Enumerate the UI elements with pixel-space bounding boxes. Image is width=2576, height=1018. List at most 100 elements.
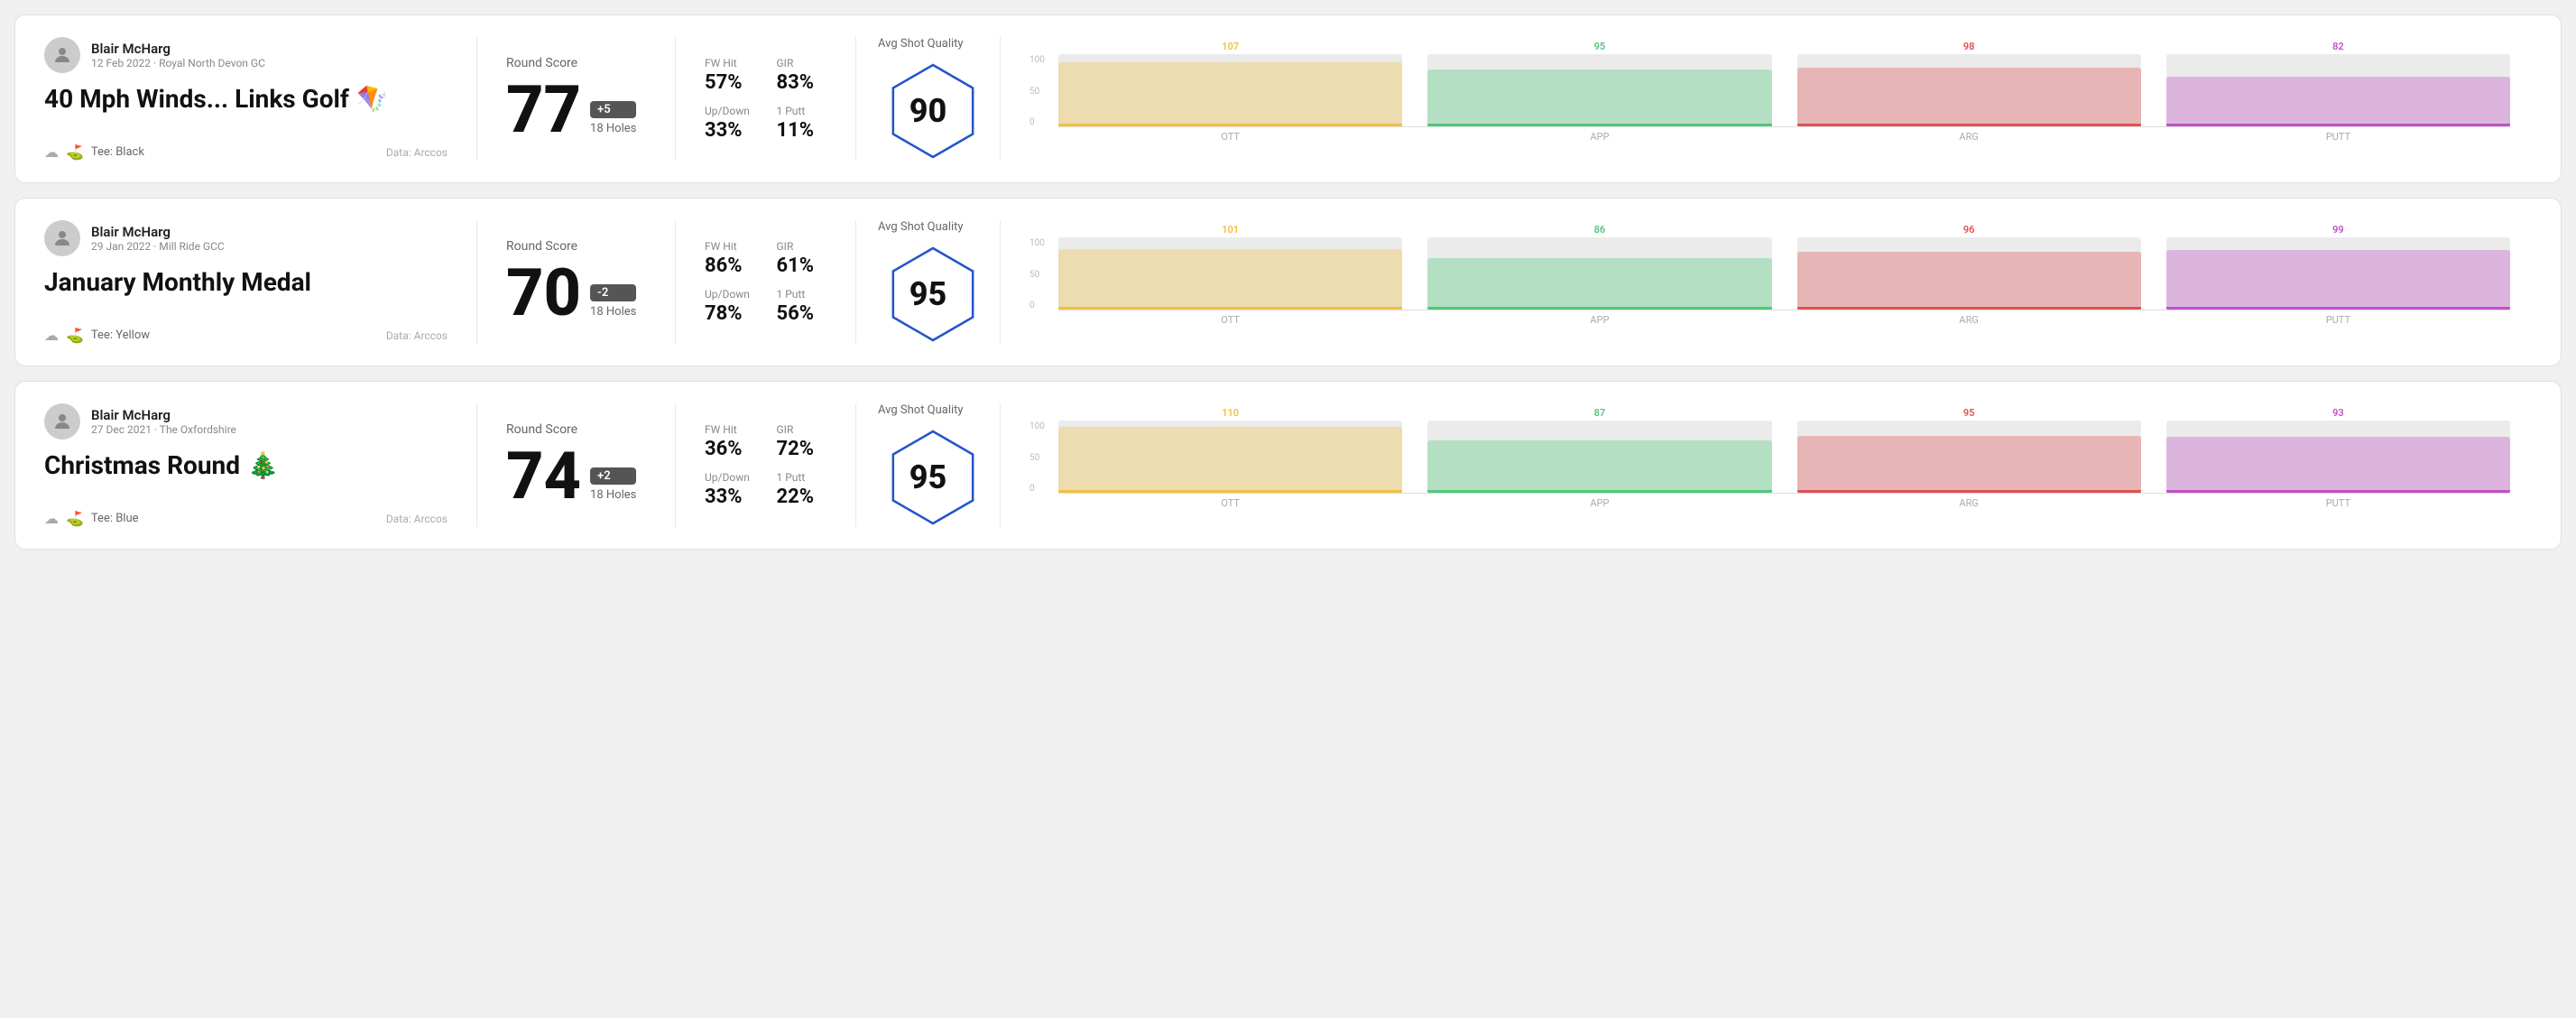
weather-icon: ☁ bbox=[44, 327, 59, 344]
card-footer: ☁ ⛳ Tee: Yellow Data: Arccos bbox=[44, 327, 448, 344]
tee-info: ☁ ⛳ Tee: Yellow bbox=[44, 327, 150, 344]
round-title: 40 Mph Winds... Links Golf 🪁 bbox=[44, 84, 448, 114]
title-emoji: 🪁 bbox=[356, 84, 388, 114]
score-row: 74 +2 18 Holes bbox=[506, 444, 646, 509]
round-score-label: Round Score bbox=[506, 422, 646, 437]
oneputt-label: 1 Putt bbox=[777, 471, 827, 484]
gir-stat: GIR 72% bbox=[777, 423, 827, 460]
score-number: 70 bbox=[506, 261, 581, 326]
round-score-section: Round Score 74 +2 18 Holes bbox=[477, 403, 676, 527]
score-badge-block: -2 18 Holes bbox=[590, 284, 636, 319]
stats-grid: FW Hit 36% GIR 72% Up/Down 33% 1 Putt 22… bbox=[705, 423, 826, 508]
user-name: Blair McHarg bbox=[91, 224, 225, 240]
oneputt-value: 22% bbox=[777, 486, 827, 508]
score-diff-badge: +2 bbox=[590, 467, 636, 485]
user-name: Blair McHarg bbox=[91, 41, 265, 57]
weather-icon: ☁ bbox=[44, 510, 59, 527]
tee-info: ☁ ⛳ Tee: Black bbox=[44, 143, 144, 161]
avatar bbox=[44, 403, 80, 440]
gir-label: GIR bbox=[777, 240, 827, 253]
hexagon-container: 90 bbox=[883, 61, 974, 161]
user-name: Blair McHarg bbox=[91, 407, 236, 423]
updown-value: 78% bbox=[705, 302, 755, 325]
score-diff-badge: -2 bbox=[590, 284, 636, 301]
oneputt-value: 56% bbox=[777, 302, 827, 325]
gir-value: 83% bbox=[777, 71, 827, 94]
user-info: Blair McHarg 27 Dec 2021 · The Oxfordshi… bbox=[91, 407, 236, 436]
gir-label: GIR bbox=[777, 57, 827, 69]
fw-hit-value: 86% bbox=[705, 255, 755, 277]
fw-hit-value: 57% bbox=[705, 71, 755, 94]
stats-section: FW Hit 86% GIR 61% Up/Down 78% 1 Putt 56… bbox=[676, 220, 856, 344]
title-emoji: 🎄 bbox=[247, 450, 279, 480]
round-card: Blair McHarg 27 Dec 2021 · The Oxfordshi… bbox=[14, 381, 2562, 550]
chart-section: 100 50 0 101 86 96 bbox=[1001, 220, 2532, 344]
avatar bbox=[44, 220, 80, 256]
hexagon-container: 95 bbox=[883, 245, 974, 344]
hexagon-score: 95 bbox=[909, 458, 947, 496]
score-badge-block: +5 18 Holes bbox=[590, 101, 636, 135]
fw-hit-stat: FW Hit 36% bbox=[705, 423, 755, 460]
data-source: Data: Arccos bbox=[386, 513, 448, 525]
updown-stat: Up/Down 33% bbox=[705, 471, 755, 508]
tee-info: ☁ ⛳ Tee: Blue bbox=[44, 510, 139, 527]
user-info: Blair McHarg 29 Jan 2022 · Mill Ride GCC bbox=[91, 224, 225, 253]
golf-bag-icon: ⛳ bbox=[66, 143, 84, 161]
score-row: 70 -2 18 Holes bbox=[506, 261, 646, 326]
quality-section: Avg Shot Quality 90 bbox=[856, 37, 1001, 161]
score-badge-block: +2 18 Holes bbox=[590, 467, 636, 502]
round-title: Christmas Round 🎄 bbox=[44, 450, 448, 480]
oneputt-label: 1 Putt bbox=[777, 288, 827, 301]
gir-stat: GIR 61% bbox=[777, 240, 827, 277]
user-meta: 27 Dec 2021 · The Oxfordshire bbox=[91, 423, 236, 436]
oneputt-stat: 1 Putt 56% bbox=[777, 288, 827, 325]
oneputt-label: 1 Putt bbox=[777, 105, 827, 117]
score-number: 74 bbox=[506, 444, 581, 509]
weather-icon: ☁ bbox=[44, 143, 59, 161]
card-footer: ☁ ⛳ Tee: Black Data: Arccos bbox=[44, 143, 448, 161]
updown-stat: Up/Down 78% bbox=[705, 288, 755, 325]
updown-stat: Up/Down 33% bbox=[705, 105, 755, 142]
round-card: Blair McHarg 29 Jan 2022 · Mill Ride GCC… bbox=[14, 198, 2562, 366]
fw-hit-stat: FW Hit 57% bbox=[705, 57, 755, 94]
fw-hit-label: FW Hit bbox=[705, 57, 755, 69]
round-score-label: Round Score bbox=[506, 239, 646, 254]
score-holes: 18 Holes bbox=[590, 488, 636, 502]
round-title: January Monthly Medal bbox=[44, 267, 448, 297]
updown-label: Up/Down bbox=[705, 105, 755, 117]
card-left: Blair McHarg 29 Jan 2022 · Mill Ride GCC… bbox=[44, 220, 477, 344]
score-row: 77 +5 18 Holes bbox=[506, 78, 646, 143]
chart-section: 100 50 0 110 87 95 bbox=[1001, 403, 2532, 527]
oneputt-value: 11% bbox=[777, 119, 827, 142]
oneputt-stat: 1 Putt 11% bbox=[777, 105, 827, 142]
data-source: Data: Arccos bbox=[386, 329, 448, 342]
fw-hit-label: FW Hit bbox=[705, 423, 755, 436]
card-left: Blair McHarg 27 Dec 2021 · The Oxfordshi… bbox=[44, 403, 477, 527]
user-info: Blair McHarg 12 Feb 2022 · Royal North D… bbox=[91, 41, 265, 69]
updown-value: 33% bbox=[705, 486, 755, 508]
gir-value: 72% bbox=[777, 438, 827, 460]
stats-section: FW Hit 57% GIR 83% Up/Down 33% 1 Putt 11… bbox=[676, 37, 856, 161]
golf-bag-icon: ⛳ bbox=[66, 510, 84, 527]
fw-hit-stat: FW Hit 86% bbox=[705, 240, 755, 277]
user-row: Blair McHarg 12 Feb 2022 · Royal North D… bbox=[44, 37, 448, 73]
score-diff-badge: +5 bbox=[590, 101, 636, 118]
user-row: Blair McHarg 29 Jan 2022 · Mill Ride GCC bbox=[44, 220, 448, 256]
fw-hit-label: FW Hit bbox=[705, 240, 755, 253]
chart-section: 100 50 0 107 95 98 bbox=[1001, 37, 2532, 161]
gir-label: GIR bbox=[777, 423, 827, 436]
gir-stat: GIR 83% bbox=[777, 57, 827, 94]
stats-section: FW Hit 36% GIR 72% Up/Down 33% 1 Putt 22… bbox=[676, 403, 856, 527]
tee-label: Tee: Yellow bbox=[91, 329, 150, 342]
user-meta: 12 Feb 2022 · Royal North Devon GC bbox=[91, 57, 265, 69]
score-holes: 18 Holes bbox=[590, 122, 636, 135]
gir-value: 61% bbox=[777, 255, 827, 277]
hexagon-score: 90 bbox=[909, 92, 947, 130]
oneputt-stat: 1 Putt 22% bbox=[777, 471, 827, 508]
hexagon-score: 95 bbox=[909, 275, 947, 313]
tee-label: Tee: Black bbox=[91, 145, 144, 159]
score-number: 77 bbox=[506, 78, 581, 143]
card-left: Blair McHarg 12 Feb 2022 · Royal North D… bbox=[44, 37, 477, 161]
updown-label: Up/Down bbox=[705, 471, 755, 484]
stats-grid: FW Hit 86% GIR 61% Up/Down 78% 1 Putt 56… bbox=[705, 240, 826, 325]
